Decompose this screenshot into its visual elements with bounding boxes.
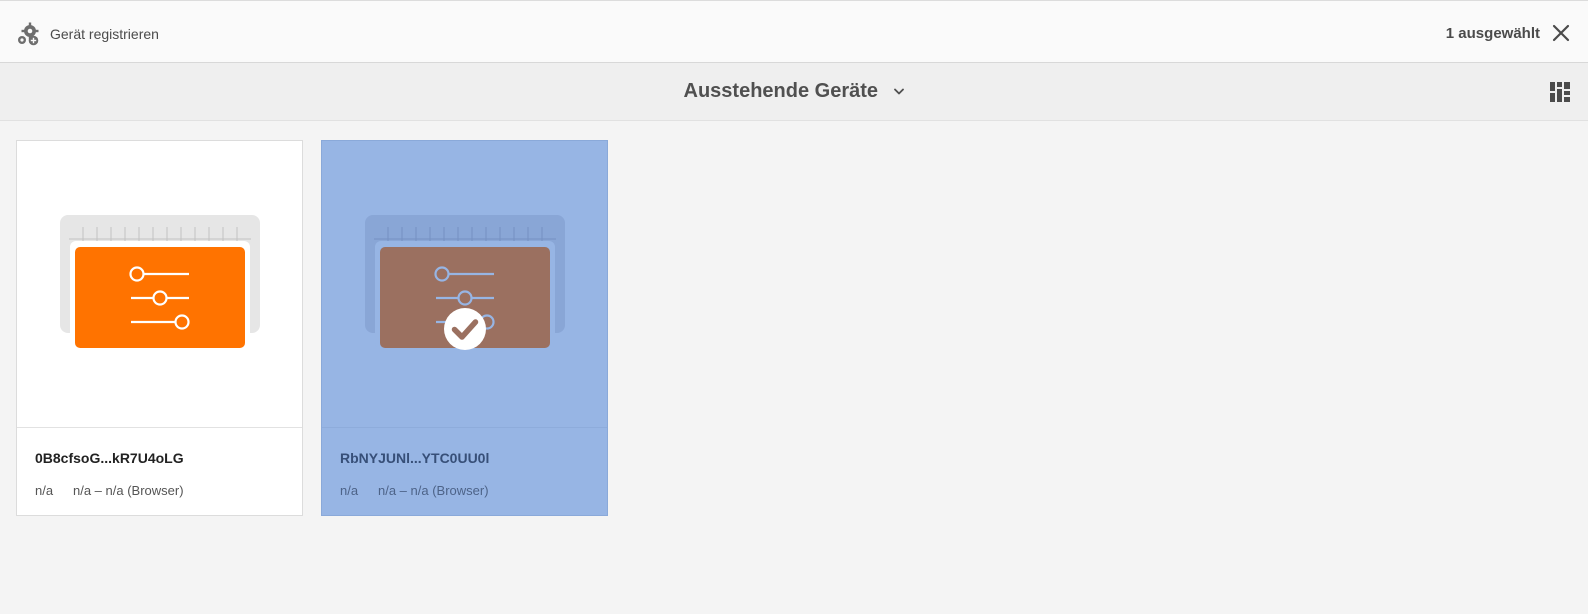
close-icon[interactable] bbox=[1552, 24, 1570, 42]
device-settings-icon bbox=[365, 215, 565, 349]
device-field-1: n/a bbox=[35, 483, 54, 498]
page-title: Ausstehende Geräte bbox=[683, 80, 879, 102]
device-field-2: n/a – n/a (Browser) bbox=[73, 483, 184, 498]
card-view-icon[interactable] bbox=[1550, 82, 1570, 102]
selection-action-bar: Gerät registrieren 1 ausgewählt bbox=[0, 0, 1588, 63]
view-filter-dropdown[interactable]: Ausstehende Geräte bbox=[0, 80, 1588, 103]
device-name: 0B8cfsoG...kR7U4oLG bbox=[35, 450, 184, 466]
checkmark-icon bbox=[444, 308, 486, 350]
device-thumbnail bbox=[17, 141, 302, 427]
gear-add-icon bbox=[18, 22, 39, 46]
register-device-label: Gerät registrieren bbox=[50, 26, 159, 42]
device-name: RbNYJUNl...YTC0UU0l bbox=[340, 450, 490, 466]
device-card-selected[interactable]: RbNYJUNl...YTC0UU0l n/a n/a – n/a (Brows… bbox=[321, 140, 608, 516]
register-device-button[interactable]: Gerät registrieren bbox=[16, 21, 159, 47]
selection-count: 1 ausgewählt bbox=[1445, 25, 1540, 42]
title-bar: Ausstehende Geräte bbox=[0, 63, 1588, 121]
device-field-2: n/a – n/a (Browser) bbox=[378, 483, 489, 498]
device-card-meta: 0B8cfsoG...kR7U4oLG n/a n/a – n/a (Brows… bbox=[17, 427, 302, 515]
device-card-meta: RbNYJUNl...YTC0UU0l n/a n/a – n/a (Brows… bbox=[322, 427, 607, 515]
device-settings-icon bbox=[60, 215, 260, 349]
device-field-1: n/a bbox=[340, 483, 359, 498]
device-card[interactable]: 0B8cfsoG...kR7U4oLG n/a n/a – n/a (Brows… bbox=[16, 140, 303, 516]
chevron-down-icon bbox=[894, 88, 905, 95]
device-thumbnail bbox=[322, 141, 607, 427]
